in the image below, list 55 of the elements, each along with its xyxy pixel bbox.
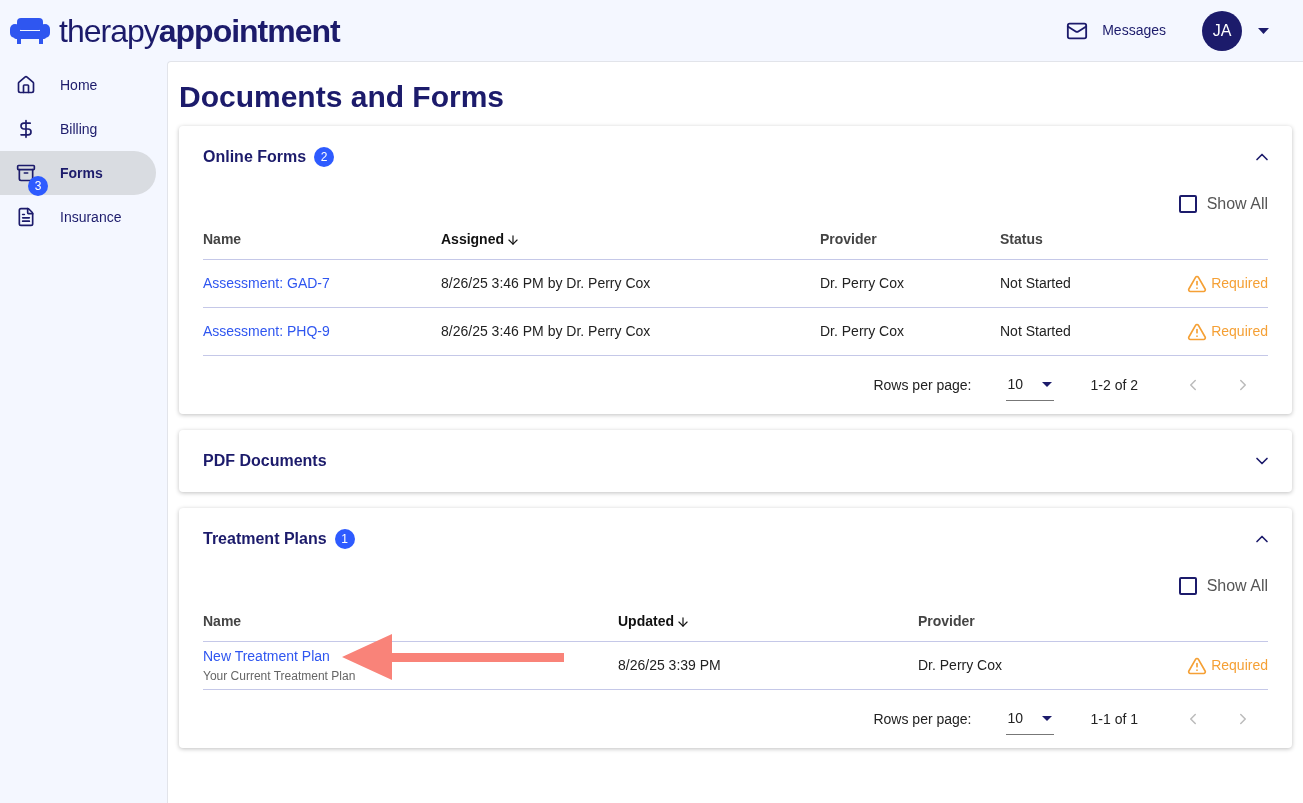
sidebar-item[interactable]: Insurance [0, 195, 156, 239]
rows-per-page-select[interactable]: 10 [1005, 369, 1054, 401]
home-icon [16, 75, 36, 95]
rows-per-page-select[interactable]: 10 [1005, 703, 1054, 735]
page-range: 1-1 of 1 [1090, 709, 1138, 729]
sidebar-item[interactable]: Home [0, 63, 156, 107]
required-status: Required [1187, 655, 1268, 676]
form-link[interactable]: New Treatment Plan [203, 646, 330, 667]
form-link[interactable]: Assessment: PHQ-9 [203, 321, 330, 342]
count-badge: 3 [28, 176, 48, 196]
column-header[interactable]: Updated [618, 611, 690, 632]
show-all-checkbox[interactable]: Show All [1178, 192, 1268, 216]
document-icon [16, 207, 36, 227]
column-header: Status [1000, 230, 1043, 249]
column-header: Name [203, 612, 242, 631]
dropdown-caret-icon[interactable] [1258, 27, 1269, 34]
caret-icon [1041, 382, 1052, 387]
sidebar-item[interactable]: 3 Forms [0, 151, 156, 195]
caret-icon [1041, 716, 1052, 721]
table-cell: Not Started [1000, 323, 1071, 339]
column-header[interactable]: Assigned [441, 229, 520, 250]
table-cell: Dr. Perry Cox [820, 323, 904, 339]
table-cell: 8/26/25 3:39 PM [618, 657, 721, 673]
archive-box-icon [16, 163, 36, 183]
rows-per-page-label: Rows per page: [873, 375, 972, 395]
sofa-logo-icon [9, 16, 51, 45]
form-subtitle: Your Current Treatment Plan [203, 668, 357, 685]
required-status: Required [1187, 321, 1268, 342]
panel-title: Treatment Plans [203, 529, 327, 549]
show-all-checkbox[interactable]: Show All [1178, 574, 1268, 598]
required-status: Required [1187, 273, 1268, 294]
column-header: Provider [820, 230, 877, 249]
count-badge: 1 [334, 529, 355, 549]
warning-icon [1187, 321, 1208, 342]
table-cell: 8/26/25 3:46 PM by Dr. Perry Cox [441, 323, 651, 339]
table-cell: Dr. Perry Cox [918, 657, 1002, 673]
count-badge: 2 [314, 147, 335, 167]
panel-title: Online Forms [203, 147, 307, 167]
user-avatar[interactable]: JA [1202, 10, 1242, 51]
table-cell: 8/26/25 3:46 PM by Dr. Perry Cox [441, 275, 651, 291]
table-cell: Dr. Perry Cox [820, 275, 904, 291]
messages-button[interactable]: Messages [1066, 19, 1166, 42]
sidebar-item[interactable]: Billing [0, 107, 156, 151]
form-link[interactable]: Assessment: GAD-7 [203, 273, 330, 294]
warning-icon [1187, 273, 1208, 294]
column-header: Provider [918, 612, 975, 631]
page-range: 1-2 of 2 [1090, 375, 1138, 395]
warning-icon [1187, 655, 1208, 676]
panel-title: PDF Documents [203, 451, 327, 471]
page-title: Documents and Forms [179, 78, 506, 115]
column-header: Name [203, 230, 242, 249]
brand-logo[interactable]: therapyappointment [59, 6, 340, 55]
rows-per-page-label: Rows per page: [873, 709, 972, 729]
table-cell: Not Started [1000, 275, 1071, 291]
sort-arrow-icon [676, 614, 690, 629]
